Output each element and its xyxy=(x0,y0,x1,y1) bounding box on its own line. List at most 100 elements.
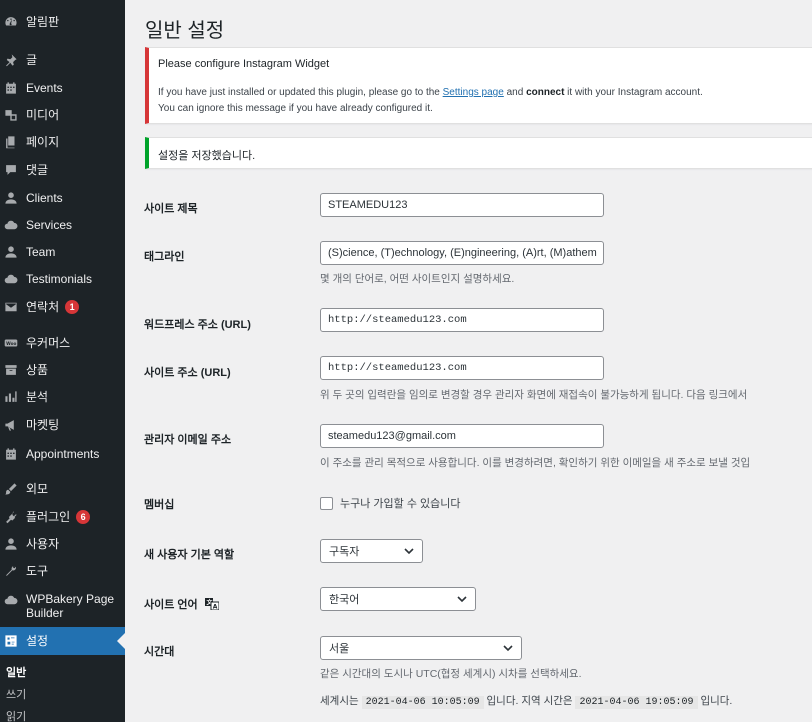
menu-wpbakery-line2: Builder xyxy=(26,606,64,620)
wp-address-label: 워드프레스 주소 (URL) xyxy=(144,319,251,331)
submenu-writing[interactable]: 쓰기 xyxy=(6,686,26,702)
membership-option[interactable]: 누구나 가입할 수 있습니다 xyxy=(320,495,461,511)
site-title-label: 사이트 제목 xyxy=(144,203,198,215)
menu-clients[interactable]: Clients xyxy=(0,188,125,208)
notice-line-2: You can ignore this message if you have … xyxy=(158,103,433,114)
site-language-value: 한국어 xyxy=(329,594,360,606)
archive-icon xyxy=(4,363,18,377)
menu-settings-label: 설정 xyxy=(26,634,49,648)
tagline-description: 몇 개의 단어로, 어떤 사이트인지 설명하세요. xyxy=(320,273,515,285)
svg-text:Woo: Woo xyxy=(6,341,16,346)
default-role-select[interactable]: 구독자 xyxy=(320,539,423,563)
submenu-reading[interactable]: 읽기 xyxy=(6,708,26,722)
utc-time: 2021-04-06 10:05:09 xyxy=(361,696,484,709)
time-info: 세계시는 2021-04-06 10:05:09 입니다. 지역 시간은 202… xyxy=(320,693,732,709)
timezone-label: 시간대 xyxy=(144,646,175,658)
site-title-input[interactable]: STEAMEDU123 xyxy=(320,193,604,217)
menu-products-label: 상품 xyxy=(26,363,49,377)
menu-plugins-label: 플러그인 xyxy=(26,510,71,524)
menu-wpbakery[interactable]: WPBakery Page Builder xyxy=(0,592,125,622)
menu-comments-label: 댓글 xyxy=(26,163,49,177)
page-title: 일반 설정 xyxy=(145,20,225,42)
menu-users-label: 사용자 xyxy=(26,537,60,551)
pin-icon xyxy=(4,53,18,67)
tagline-label: 태그라인 xyxy=(144,251,185,263)
saved-message: 설정을 저장했습니다. xyxy=(158,150,256,162)
plugins-update-badge: 6 xyxy=(76,510,91,524)
menu-woocommerce-label: 우커머스 xyxy=(26,336,71,350)
menu-marketing-label: 마켓팅 xyxy=(26,418,60,432)
svg-text:A: A xyxy=(212,604,217,611)
chevron-down-icon xyxy=(404,546,414,556)
menu-events-label: Events xyxy=(26,81,63,95)
menu-posts[interactable]: 글 xyxy=(0,50,125,70)
membership-checkbox[interactable] xyxy=(320,496,333,510)
menu-services[interactable]: Services xyxy=(0,215,125,235)
default-role-label: 새 사용자 기본 역할 xyxy=(144,549,235,561)
pages-icon xyxy=(4,135,18,149)
notice-line1-bold: connect xyxy=(526,87,565,98)
menu-appearance-label: 외모 xyxy=(26,482,49,496)
menu-tools[interactable]: 도구 xyxy=(0,561,125,581)
media-icon xyxy=(4,108,18,122)
utc-mid: 입니다. 지역 시간은 xyxy=(486,695,573,707)
menu-wpbakery-line1: WPBakery Page xyxy=(26,592,115,606)
site-address-description: 위 두 곳의 입력란을 임의로 변경할 경우 관리자 화면에 재접속이 불가능하… xyxy=(320,389,748,401)
tagline-input[interactable]: (S)cience, (T)echnology, (E)ngineering, … xyxy=(320,241,604,265)
menu-products[interactable]: 상품 xyxy=(0,360,125,380)
comment-icon xyxy=(4,163,18,177)
menu-appointments-label: Appointments xyxy=(26,447,100,461)
chevron-down-icon xyxy=(457,594,467,604)
menu-pages[interactable]: 페이지 xyxy=(0,132,125,152)
calendar-icon xyxy=(4,447,18,461)
menu-users[interactable]: 사용자 xyxy=(0,534,125,554)
utc-prefix: 세계시는 xyxy=(320,695,359,707)
admin-email-label: 관리자 이메일 주소 xyxy=(144,434,232,446)
notice-title: Please configure Instagram Widget xyxy=(158,58,330,70)
menu-tools-label: 도구 xyxy=(26,564,49,578)
menu-appearance[interactable]: 외모 xyxy=(0,479,125,499)
menu-testimonials[interactable]: Testimonials xyxy=(0,269,125,289)
notice-line1-post: it with your Instagram account. xyxy=(564,87,703,98)
menu-plugins[interactable]: 플러그인 6 xyxy=(0,507,125,527)
membership-checkbox-label: 누구나 가입할 수 있습니다 xyxy=(340,498,461,510)
timezone-value: 서울 xyxy=(329,643,350,655)
menu-events[interactable]: Events xyxy=(0,78,125,98)
menu-analytics[interactable]: 분석 xyxy=(0,387,125,407)
plugin-icon xyxy=(4,510,18,524)
timezone-select[interactable]: 서울 xyxy=(320,636,522,660)
cloud-icon xyxy=(4,272,18,286)
menu-comments[interactable]: 댓글 xyxy=(0,160,125,180)
menu-media[interactable]: 미디어 xyxy=(0,105,125,125)
woo-icon: Woo xyxy=(4,336,18,350)
admin-email-input[interactable]: steamedu123@gmail.com xyxy=(320,424,604,448)
calendar-icon xyxy=(4,81,18,95)
menu-team[interactable]: Team xyxy=(0,242,125,262)
site-language-select[interactable]: 한국어 xyxy=(320,587,476,611)
menu-marketing[interactable]: 마켓팅 xyxy=(0,415,125,435)
menu-dashboard[interactable]: 알림판 xyxy=(0,12,125,32)
site-address-input[interactable]: http://steamedu123.com xyxy=(320,356,604,380)
menu-contact[interactable]: 연락처 1 xyxy=(0,297,125,317)
local-time: 2021-04-06 19:05:09 xyxy=(575,696,698,709)
bar-chart-icon xyxy=(4,390,18,404)
settings-page-link[interactable]: Settings page xyxy=(443,87,504,98)
site-language-label-text: 사이트 언어 xyxy=(144,599,198,611)
site-language-label: 사이트 언어 文A xyxy=(144,596,220,612)
menu-clients-label: Clients xyxy=(26,191,63,205)
submenu-general[interactable]: 일반 xyxy=(6,664,26,680)
settings-saved-notice: 설정을 저장했습니다. xyxy=(145,137,812,169)
user-icon xyxy=(4,245,18,259)
default-role-value: 구독자 xyxy=(329,546,360,558)
cloud-icon xyxy=(4,593,18,607)
envelope-icon xyxy=(4,300,18,314)
menu-services-label: Services xyxy=(26,218,73,232)
notice-line1-pre: If you have just installed or updated th… xyxy=(158,87,443,98)
wp-address-input[interactable]: http://steamedu123.com xyxy=(320,308,604,332)
menu-analytics-label: 분석 xyxy=(26,390,49,404)
dashboard-icon xyxy=(4,15,18,29)
menu-settings[interactable]: 설정 xyxy=(0,627,125,655)
menu-woocommerce[interactable]: Woo 우커머스 xyxy=(0,333,125,353)
menu-dashboard-label: 알림판 xyxy=(26,15,60,29)
menu-appointments[interactable]: Appointments xyxy=(0,444,125,464)
